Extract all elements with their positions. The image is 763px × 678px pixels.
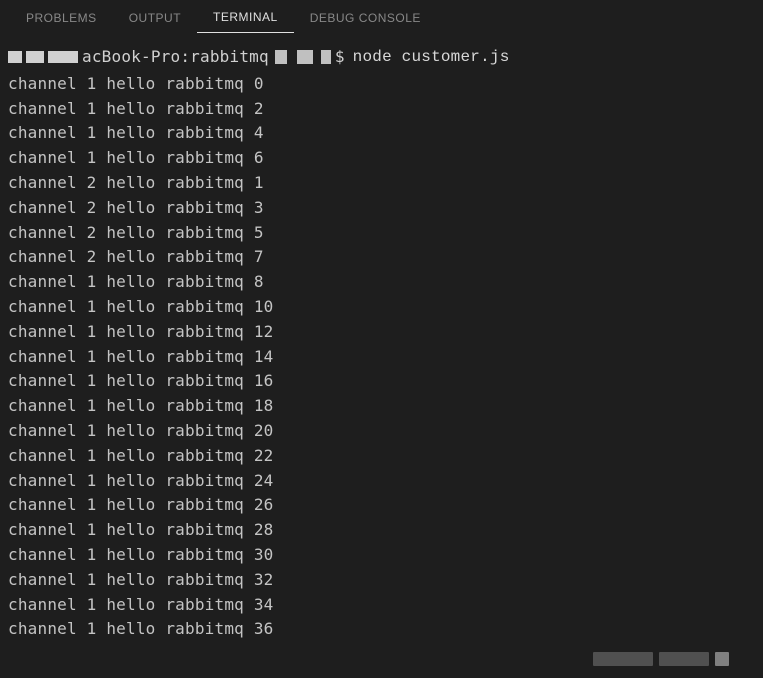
terminal-command: node customer.js — [353, 45, 510, 70]
terminal-output-line: channel 1 hello rabbitmq 14 — [8, 345, 755, 370]
terminal-output-line: channel 1 hello rabbitmq 12 — [8, 320, 755, 345]
terminal-output-line: channel 1 hello rabbitmq 24 — [8, 469, 755, 494]
terminal-output-line: channel 1 hello rabbitmq 10 — [8, 295, 755, 320]
terminal-output-line: channel 1 hello rabbitmq 8 — [8, 270, 755, 295]
terminal-output-line: channel 1 hello rabbitmq 22 — [8, 444, 755, 469]
terminal-output-line: channel 1 hello rabbitmq 20 — [8, 419, 755, 444]
tab-debug-console[interactable]: DEBUG CONSOLE — [294, 3, 437, 33]
redacted-block-icon — [8, 51, 22, 63]
terminal-output-line: channel 1 hello rabbitmq 6 — [8, 146, 755, 171]
terminal-host: acBook-Pro:rabbitmq — [82, 45, 269, 70]
terminal-content[interactable]: acBook-Pro:rabbitmq $ node customer.js c… — [0, 35, 763, 642]
terminal-output-line: channel 1 hello rabbitmq 18 — [8, 394, 755, 419]
tab-problems[interactable]: PROBLEMS — [10, 3, 113, 33]
redacted-block-icon — [275, 50, 287, 64]
terminal-output-line: channel 1 hello rabbitmq 36 — [8, 617, 755, 642]
terminal-output-line: channel 1 hello rabbitmq 2 — [8, 97, 755, 122]
bottom-redacted-area — [593, 652, 743, 668]
redacted-block-icon — [297, 50, 313, 64]
terminal-output-line: channel 1 hello rabbitmq 28 — [8, 518, 755, 543]
terminal-output-line: channel 1 hello rabbitmq 16 — [8, 369, 755, 394]
tab-output[interactable]: OUTPUT — [113, 3, 197, 33]
terminal-output-line: channel 2 hello rabbitmq 1 — [8, 171, 755, 196]
terminal-output-line: channel 1 hello rabbitmq 0 — [8, 72, 755, 97]
terminal-output-line: channel 1 hello rabbitmq 30 — [8, 543, 755, 568]
terminal-output-line: channel 2 hello rabbitmq 3 — [8, 196, 755, 221]
redacted-block-icon — [659, 652, 709, 666]
redacted-block-icon — [26, 51, 44, 63]
panel-tabs: PROBLEMS OUTPUT TERMINAL DEBUG CONSOLE — [0, 0, 763, 35]
terminal-output-line: channel 1 hello rabbitmq 32 — [8, 568, 755, 593]
redacted-block-icon — [321, 50, 331, 64]
terminal-output-line: channel 2 hello rabbitmq 5 — [8, 221, 755, 246]
redacted-block-icon — [48, 51, 78, 63]
prompt-symbol: $ — [335, 45, 345, 70]
tab-terminal[interactable]: TERMINAL — [197, 2, 294, 33]
terminal-output-line: channel 1 hello rabbitmq 4 — [8, 121, 755, 146]
terminal-output-line: channel 1 hello rabbitmq 34 — [8, 593, 755, 618]
terminal-prompt-line: acBook-Pro:rabbitmq $ node customer.js — [8, 45, 755, 70]
terminal-output: channel 1 hello rabbitmq 0channel 1 hell… — [8, 72, 755, 642]
redacted-block-icon — [715, 652, 729, 666]
terminal-output-line: channel 1 hello rabbitmq 26 — [8, 493, 755, 518]
redacted-block-icon — [593, 652, 653, 666]
terminal-output-line: channel 2 hello rabbitmq 7 — [8, 245, 755, 270]
